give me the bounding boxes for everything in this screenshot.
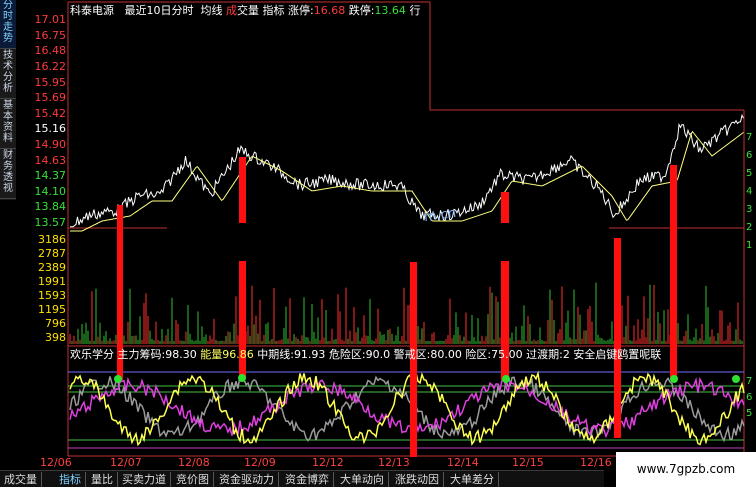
ind-value: 91.93 [293, 348, 326, 361]
date-tick: 12/14 [447, 456, 479, 469]
signal-dot [238, 374, 246, 382]
ind-label: 险区: [465, 348, 492, 361]
tab-auction[interactable]: 竞价图 [172, 472, 214, 487]
tab-buy-sell-force[interactable]: 买卖力道 [118, 472, 171, 487]
tab-indicator[interactable]: 指标 [55, 472, 86, 487]
ind-value: 80.00 [430, 348, 462, 361]
signal-dot [732, 375, 740, 383]
ind-value: 96.86 [222, 348, 254, 361]
signal-dot [114, 375, 122, 383]
tab-change-cause[interactable]: 涨跌动因 [391, 472, 444, 487]
date-tick: 12/16 [580, 456, 612, 469]
signal-dot [502, 375, 510, 383]
indicator-name: 欢乐学分 [70, 348, 114, 361]
date-tick: 12/12 [312, 456, 344, 469]
ind-label: 警戒区: [393, 348, 431, 361]
tab-big-order-diff[interactable]: 大单差分 [446, 472, 499, 487]
site-watermark: www.7gpzb.com [616, 452, 756, 487]
signal-bar [614, 238, 621, 438]
tab-volume-ratio[interactable]: 量比 [87, 472, 118, 487]
price-line [69, 113, 744, 228]
signal-bar [670, 165, 677, 380]
signal-dot [670, 375, 678, 383]
redaction-overlay [167, 223, 609, 261]
tab-volume[interactable]: 成交量 [0, 472, 42, 487]
ind-label: 能量 [200, 348, 223, 361]
date-tick: 12/07 [110, 456, 142, 469]
ind-value: 启键鸥置呢联 [595, 348, 662, 361]
date-tick: 12/09 [244, 456, 276, 469]
ind-label: 危险区: [328, 348, 366, 361]
indicator-legend: 欢乐学分 主力筹码:98.30 能量96.86 中期线:91.93 危险区:90… [70, 348, 661, 361]
stock-chart-window: 分时走势 技术分析 基本资料 财务透视 科泰电源 最近10日分时 均线 成交量 … [0, 0, 756, 487]
date-tick: 12/08 [178, 456, 210, 469]
ind-label: 安全 [573, 348, 596, 361]
indicator-lines [68, 370, 745, 449]
tab-big-order-trend[interactable]: 大单动向 [336, 472, 389, 487]
bottom-tab-bar: 成交量 指标 量比 买卖力道 竞价图 资金驱动力 资金博弈 大单动向 涨跌动因 … [0, 470, 604, 487]
ind-value: 2 [562, 348, 570, 361]
volume-bars [69, 282, 743, 344]
price-lines [69, 113, 744, 232]
ind-label: 中期线: [257, 348, 294, 361]
ind-label: 主力筹码: [117, 348, 166, 361]
date-tick: 12/06 [40, 456, 72, 469]
ind-value: 98.30 [165, 348, 197, 361]
date-tick: 12/13 [378, 456, 410, 469]
tab-fund-drive[interactable]: 资金驱动力 [215, 472, 279, 487]
date-tick: 12/15 [512, 456, 544, 469]
tab-fund-game[interactable]: 资金博弈 [281, 472, 334, 487]
ind-value: 75.00 [491, 348, 523, 361]
ind-label: 过渡期: [526, 348, 563, 361]
ind-value: 90.0 [365, 348, 391, 361]
signal-bar [239, 157, 246, 379]
signal-bars [117, 157, 677, 457]
